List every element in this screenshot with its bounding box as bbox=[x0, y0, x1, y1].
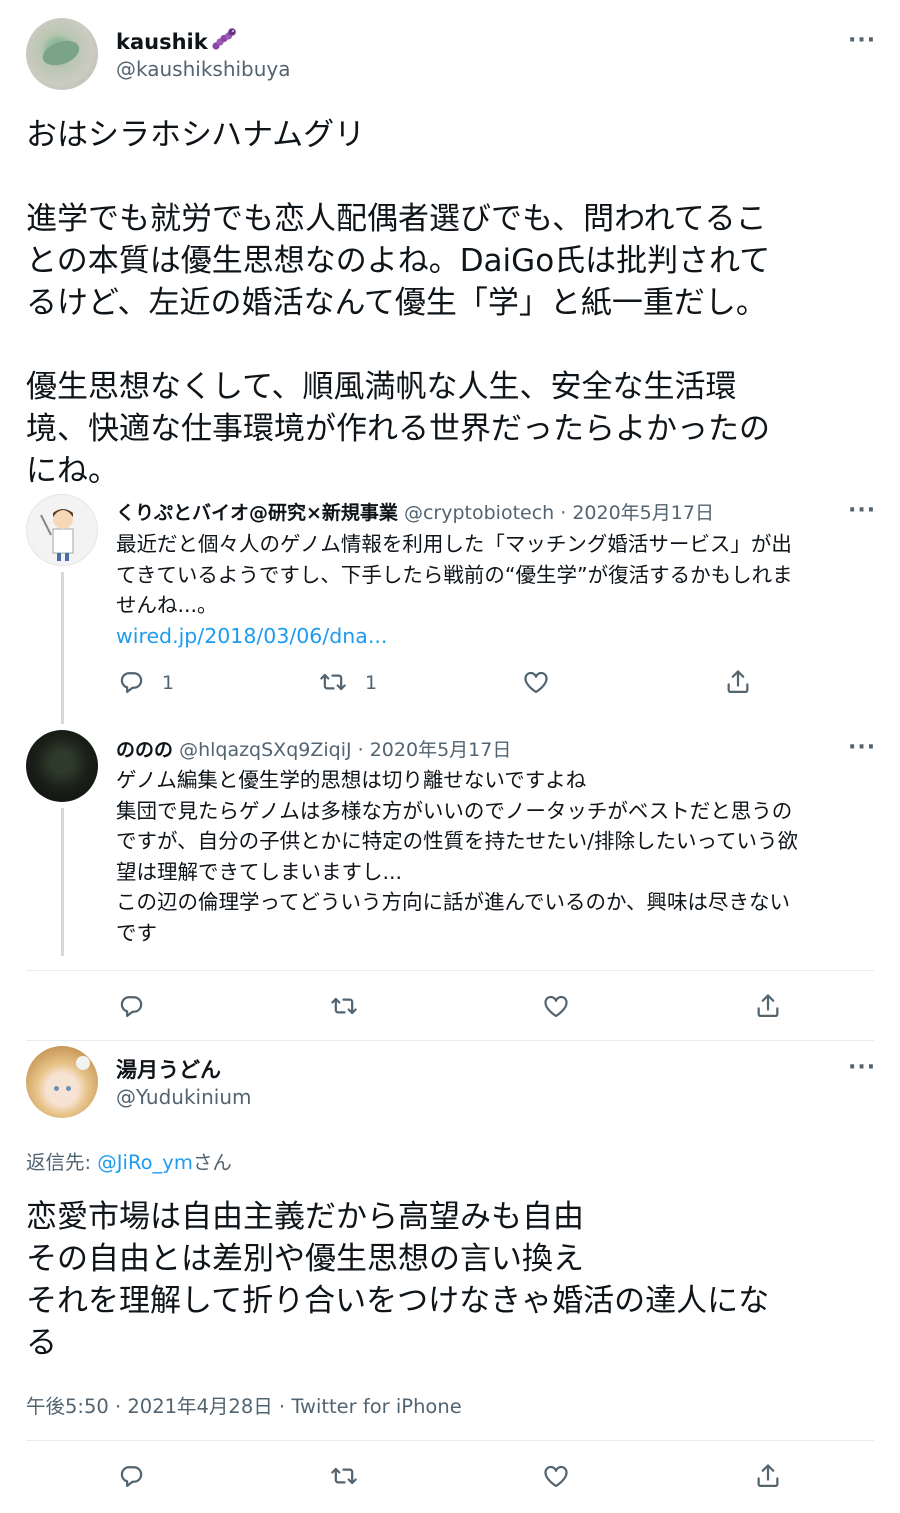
thread-connector bbox=[61, 808, 64, 956]
like-icon[interactable] bbox=[540, 990, 572, 1022]
tweet-line: 境、快適な仕事環境が作れる世界だったらよかったの bbox=[26, 411, 770, 447]
tweet-timestamp[interactable]: 午後5:50 · 2021年4月28日 · Twitter for iPhone bbox=[26, 1390, 462, 1419]
display-name[interactable]: ののの bbox=[116, 739, 173, 761]
avatar-kaushik[interactable] bbox=[26, 18, 98, 90]
retweet-icon[interactable] bbox=[317, 666, 349, 698]
tweet-line: この辺の倫理学ってどういう方向に話が進んでいるのか、興味は尽きない bbox=[116, 890, 791, 914]
tweet-body: 最近だと個々人のゲノム情報を利用した「マッチング婚活サービス」が出 てきているよ… bbox=[116, 529, 876, 651]
tweet-link[interactable]: wired.jp/2018/03/06/dna... bbox=[116, 621, 876, 652]
like-icon[interactable] bbox=[520, 666, 552, 698]
reply-icon[interactable] bbox=[115, 990, 147, 1022]
divider bbox=[26, 1040, 874, 1041]
tweet-date[interactable]: · 2020年5月17日 bbox=[560, 502, 714, 524]
tweet-line: それを理解して折り合いをつけなきゃ婚活の達人にな bbox=[26, 1283, 770, 1319]
reply-count: 1 bbox=[162, 672, 175, 694]
tweet-line: おはシラホシハナムグリ bbox=[26, 117, 366, 153]
handle[interactable]: @cryptobiotech bbox=[404, 502, 554, 524]
handle[interactable]: @Yudukinium bbox=[116, 1085, 252, 1109]
divider bbox=[26, 1440, 874, 1441]
tweet-line: 恋愛市場は自由主義だから高望みも自由 bbox=[26, 1199, 584, 1235]
tweet-line: との本質は優生思想なのよね。DaiGo氏は批判されて bbox=[26, 243, 771, 279]
handle[interactable]: @hlqazqSXq9ZiqiJ bbox=[179, 739, 352, 761]
tweet-line: てきているようですし、下手したら戦前の“優生学”が復活するかもしれま bbox=[116, 562, 793, 587]
display-name-text[interactable]: kaushik bbox=[116, 30, 208, 54]
tweet-body: ゲノム編集と優生学的思想は切り離せないですよね 集団で見たらゲノムは多様な方がい… bbox=[116, 765, 876, 948]
like-icon[interactable] bbox=[540, 1460, 572, 1492]
reply-icon[interactable] bbox=[115, 1460, 147, 1492]
more-icon[interactable]: ··· bbox=[848, 30, 876, 52]
reply-to: 返信先: @JiRo_ymさん bbox=[26, 1146, 232, 1175]
more-icon[interactable]: ··· bbox=[848, 500, 876, 522]
caterpillar-icon bbox=[211, 27, 237, 58]
tweet-date[interactable]: · 2020年5月17日 bbox=[358, 739, 512, 761]
tweet-line: にね。 bbox=[26, 453, 119, 489]
handle[interactable]: @kaushikshibuya bbox=[116, 57, 291, 81]
thread-tweet-header: くりぷとバイオ@研究×新規事業 @cryptobiotech · 2020年5月… bbox=[116, 498, 714, 525]
more-icon[interactable]: ··· bbox=[848, 737, 876, 759]
avatar-cryptobiotech[interactable] bbox=[26, 494, 98, 566]
more-icon[interactable]: ··· bbox=[848, 1057, 876, 1079]
avatar-nonono[interactable] bbox=[26, 730, 98, 802]
tweet-line: 進学でも就労でも恋人配偶者選びでも、問われてるこ bbox=[26, 201, 767, 237]
thread-connector bbox=[61, 572, 64, 724]
share-icon[interactable] bbox=[752, 990, 784, 1022]
reply-to-prefix: 返信先: bbox=[26, 1151, 98, 1174]
tweet-line: その自由とは差別や優生思想の言い換え bbox=[26, 1241, 584, 1277]
retweet-count: 1 bbox=[365, 672, 378, 694]
tweet-body: おはシラホシハナムグリ 進学でも就労でも恋人配偶者選びでも、問われてるこ との本… bbox=[26, 114, 876, 492]
tweet-body: 恋愛市場は自由主義だから高望みも自由 その自由とは差別や優生思想の言い換え それ… bbox=[26, 1196, 876, 1364]
tweet-line: ゲノム編集と優生学的思想は切り離せないですよね bbox=[116, 768, 587, 792]
tweet-line: ですが、自分の子供とかに特定の性質を持たせたい/排除したいっていう欲 bbox=[116, 829, 798, 853]
tweet-line: るけど、左近の婚活なんて優生「学」と紙一重だし。 bbox=[26, 285, 767, 321]
share-icon[interactable] bbox=[752, 1460, 784, 1492]
reply-to-suffix: さん bbox=[192, 1151, 232, 1174]
thread-tweet-header: ののの @hlqazqSXq9ZiqiJ · 2020年5月17日 bbox=[116, 735, 511, 762]
tweet-line: 優生思想なくして、順風満帆な人生、安全な生活環 bbox=[26, 369, 737, 405]
divider bbox=[26, 970, 874, 971]
reply-to-handle[interactable]: @JiRo_ym bbox=[97, 1151, 193, 1174]
tweet-line: 望は理解できてしまいますし... bbox=[116, 859, 403, 884]
retweet-icon[interactable] bbox=[328, 1460, 360, 1492]
tweet-line: 最近だと個々人のゲノム情報を利用した「マッチング婚活サービス」が出 bbox=[116, 532, 792, 556]
display-name[interactable]: 湯月うどん bbox=[116, 1054, 221, 1084]
display-name[interactable]: kaushik bbox=[116, 27, 237, 58]
retweet-icon[interactable] bbox=[328, 990, 360, 1022]
reply-icon[interactable] bbox=[115, 666, 147, 698]
tweet-line: 集団で見たらゲノムは多様な方がいいのでノータッチがベストだと思うの bbox=[116, 798, 793, 823]
tweet-line: る bbox=[26, 1325, 57, 1361]
share-icon[interactable] bbox=[722, 666, 754, 698]
tweet-line: せんね...。 bbox=[116, 593, 218, 617]
tweet-line: です bbox=[116, 920, 157, 945]
avatar-yudukinium[interactable] bbox=[26, 1046, 98, 1118]
display-name[interactable]: くりぷとバイオ@研究×新規事業 bbox=[116, 502, 398, 524]
